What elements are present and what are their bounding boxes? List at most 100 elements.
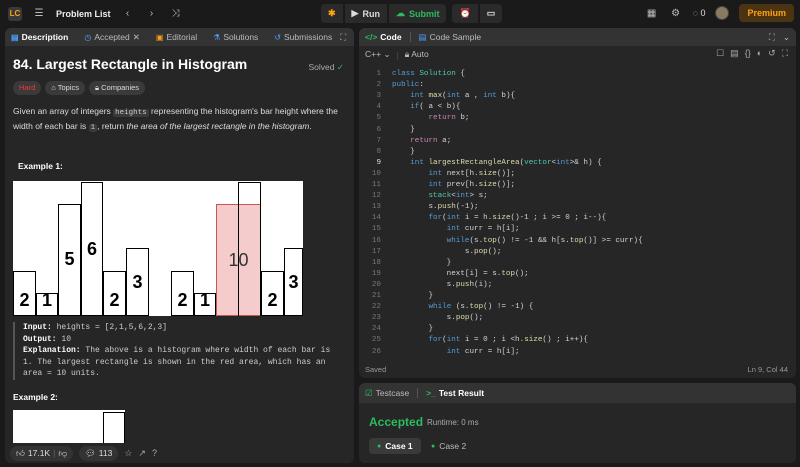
run-button[interactable]: ▶ Run — [344, 4, 387, 23]
hist-bar: 5 — [58, 204, 81, 316]
case-label: Case 1 — [385, 441, 413, 451]
case-1-tab[interactable]: ● Case 1 — [369, 438, 421, 454]
braces-icon[interactable]: {} — [745, 48, 751, 59]
topics-button[interactable]: ⌂ Topics — [45, 81, 86, 95]
tab-code[interactable]: </> Code — [365, 32, 402, 42]
leetcode-logo-icon[interactable]: LC — [8, 6, 22, 21]
result-panel: ☑ Testcase >_ Test Result Accepted Runtime… — [359, 383, 796, 463]
histogram-image-2 — [13, 410, 125, 444]
line-number: 13 — [371, 203, 381, 212]
tab-description[interactable]: ▤ Description — [11, 32, 68, 42]
submit-button[interactable]: ☁ Submit — [388, 4, 447, 23]
editor-actions: ☐ ▤ {} ◐ ↺ ⛶ — [716, 48, 788, 59]
comments-button[interactable]: 💬︎ 113 — [78, 445, 119, 461]
alarm-icon: ⏰ — [459, 8, 471, 18]
line-number: 7 — [376, 136, 381, 145]
notes-button[interactable]: ▭ — [479, 4, 503, 23]
input-label: Input: — [23, 323, 52, 332]
line-number: 25 — [371, 336, 381, 345]
code-line: while(s.top() != -1 && h[s.top()] >= cur… — [446, 236, 643, 245]
code-line: public: — [392, 81, 424, 90]
tab-label: Editorial — [166, 32, 198, 42]
line-number: 15 — [371, 225, 381, 234]
help-icon[interactable]: ? — [152, 448, 157, 458]
code-tab-bar: </> Code ▤ Code Sample ⛶ ⌄ — [359, 28, 796, 46]
tab-accepted[interactable]: ◷ Accepted ✕ — [84, 32, 140, 43]
line-number: 2 — [376, 81, 381, 90]
tab-test-result[interactable]: >_ Test Result — [426, 388, 484, 398]
hist-bar-label: 3 — [132, 272, 143, 292]
line-number: 11 — [371, 181, 381, 189]
gear-icon[interactable]: ⚙ — [669, 8, 683, 19]
document-icon: ▤ — [418, 31, 427, 42]
explanation-label: Explanation: — [23, 346, 81, 355]
companies-button[interactable]: 🔒︎ Companies — [89, 81, 146, 95]
hist-bar: 2 — [13, 271, 36, 316]
reset-icon[interactable]: ↺ — [768, 48, 776, 59]
tag-icon: ⌂ — [51, 83, 56, 92]
tab-code-sample[interactable]: ▤ Code Sample — [419, 32, 482, 43]
desc-text: . — [309, 121, 312, 131]
page-title[interactable]: 84. Largest Rectangle in Histogram — [13, 56, 346, 72]
chevron-right-icon[interactable]: › — [145, 8, 159, 19]
problem-list-icon[interactable]: ☰ — [32, 8, 46, 19]
expand-icon[interactable]: ⛶ — [340, 32, 346, 43]
book-icon: ▣ — [155, 32, 164, 42]
chevron-left-icon[interactable]: ‹ — [121, 8, 135, 19]
language-select[interactable]: C++ ⌄ — [365, 49, 391, 60]
hist-bar: 2 — [171, 271, 194, 316]
code-panel: </> Code ▤ Code Sample ⛶ ⌄ C++ ⌄ | 🔒︎ Auto… — [359, 28, 796, 378]
note-icon: ▭ — [486, 8, 496, 18]
shuffle-icon[interactable]: ⤨ — [169, 8, 183, 19]
share-icon[interactable]: ↗ — [138, 448, 146, 459]
debug-button[interactable]: ✱ — [321, 4, 343, 23]
comment-icon: 💬︎ — [84, 447, 96, 458]
like-button[interactable]: 👍︎ 17.1K | 👎︎ — [10, 445, 73, 461]
case-2-tab[interactable]: ● Case 2 — [423, 438, 474, 454]
tab-testcase[interactable]: ☑ Testcase — [365, 388, 409, 399]
layout-grid-icon[interactable]: ▦ — [645, 8, 659, 19]
close-icon[interactable]: ✕ — [133, 32, 140, 43]
tab-editorial[interactable]: ▣ Editorial — [156, 32, 197, 42]
example-1-heading: Example 1: — [18, 161, 63, 171]
thumbs-down-icon[interactable]: 👎︎ — [58, 448, 67, 459]
expand-icon[interactable]: ⛶ — [769, 32, 775, 43]
fullscreen-icon[interactable]: ⛶ — [782, 48, 788, 59]
problem-list-link[interactable]: Problem List — [56, 9, 111, 19]
code-line: int max(int a , int b){ — [410, 92, 516, 101]
code-line: } — [392, 125, 415, 134]
desc-text: Given an array of integers — [13, 106, 114, 116]
chevron-down-icon[interactable]: ⌄ — [783, 32, 790, 43]
tab-label: Code Sample — [429, 32, 482, 42]
pass-dot-icon: ● — [377, 442, 382, 450]
settings-icon[interactable]: ◐ — [757, 48, 762, 59]
output-label: Output: — [23, 334, 57, 344]
top-bar: LC ☰ Problem List ‹ › ⤨ ✱ ▶ Run ☁ Submit ⏰… — [0, 0, 800, 27]
bookmark-icon[interactable]: ☐ — [716, 48, 724, 59]
hist-bar — [103, 412, 125, 444]
code-line: s.pop(); — [392, 247, 502, 256]
line-number: 22 — [371, 303, 381, 312]
avatar[interactable] — [715, 6, 730, 20]
chevron-down-icon: ⌄ — [383, 49, 391, 59]
submit-label: Submit — [408, 8, 440, 19]
check-circle-icon: ✓ — [336, 62, 344, 72]
streak-counter[interactable]: ◌ 0 — [693, 8, 706, 18]
line-number: 5 — [376, 114, 381, 123]
code-editor[interactable]: 1 class Solution {2 public: 3 int max(int a… — [359, 68, 796, 360]
hist-bar-label: 2 — [267, 290, 278, 310]
premium-button[interactable]: Premium — [739, 4, 794, 22]
desc-text: , return — [97, 121, 127, 131]
auto-mode-toggle[interactable]: 🔒︎ Auto — [405, 49, 429, 60]
line-number: 10 — [371, 169, 381, 178]
tab-solutions[interactable]: ⚗ Solutions — [213, 32, 258, 42]
code-line: for(int i = h.size()-1 ; i >= 0 ; i--){ — [428, 214, 607, 223]
tab-submissions[interactable]: ↺ Submissions — [274, 32, 332, 42]
history-icon: ↺ — [274, 32, 282, 42]
star-icon[interactable]: ☆ — [124, 448, 132, 459]
notes-icon[interactable]: ▤ — [730, 48, 739, 59]
timer-button[interactable]: ⏰ — [452, 4, 478, 23]
line-number: 16 — [371, 236, 381, 245]
mode-label: Auto — [411, 49, 429, 59]
hist-bar-label: 5 — [64, 249, 75, 269]
